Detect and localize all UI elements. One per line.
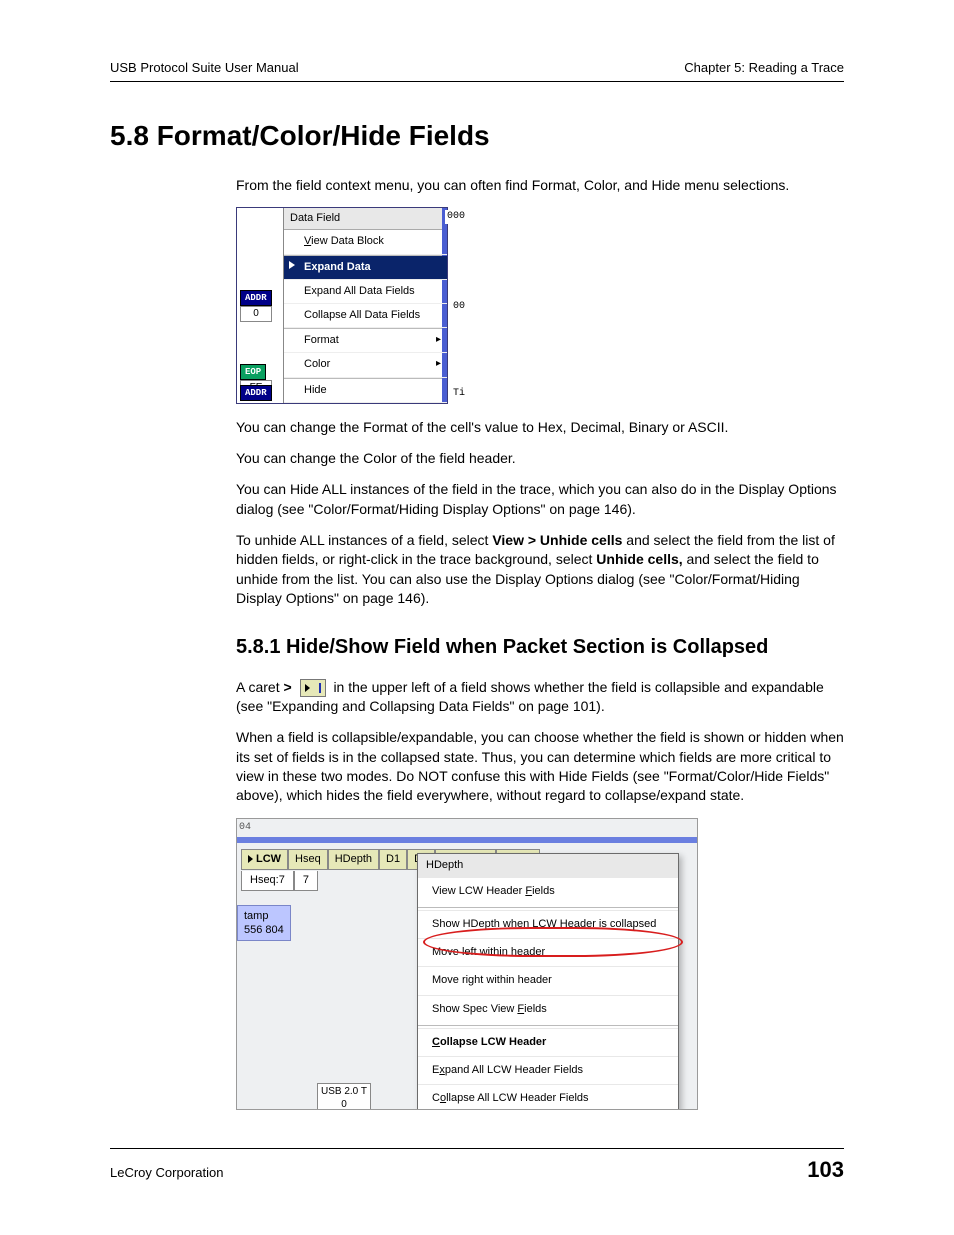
menu-item-expand-all[interactable]: Expand All Data Fields bbox=[284, 280, 447, 304]
collapse-paragraph: When a field is collapsible/expandable, … bbox=[236, 728, 844, 805]
cell-hseq[interactable]: Hseq bbox=[288, 849, 328, 870]
menu-item-format[interactable]: Format bbox=[284, 329, 447, 353]
running-header: USB Protocol Suite User Manual Chapter 5… bbox=[110, 60, 844, 75]
intro-paragraph: From the field context menu, you can oft… bbox=[236, 176, 844, 195]
right-num-00: 00 bbox=[451, 300, 467, 314]
menu2-view-fields[interactable]: View LCW Header Fields bbox=[418, 877, 678, 905]
menu-item-collapse-all[interactable]: Collapse All Data Fields bbox=[284, 304, 447, 328]
menu2-show-spec[interactable]: Show Spec View Fields bbox=[418, 995, 678, 1023]
addr-chip: ADDR bbox=[240, 290, 272, 306]
right-label-ti: Ti bbox=[451, 387, 467, 401]
caret-paragraph: A caret > in the upper left of a field s… bbox=[236, 678, 844, 717]
menu2-expand-all[interactable]: Expand All LCW Header Fields bbox=[418, 1056, 678, 1084]
sub-hseq-value: 7 bbox=[294, 871, 318, 891]
menu2-title: HDepth bbox=[418, 854, 678, 877]
menu2-collapse-header[interactable]: Collapse LCW Header bbox=[418, 1028, 678, 1056]
small-label-04: 04 bbox=[239, 821, 251, 835]
hdepth-context-menu: HDepth View LCW Header Fields Show HDept… bbox=[417, 853, 679, 1110]
caret-icon bbox=[300, 679, 326, 697]
cell-lcw[interactable]: LCW bbox=[241, 849, 288, 870]
body-column: From the field context menu, you can oft… bbox=[236, 176, 844, 1110]
caret-greater-than: > bbox=[283, 679, 291, 695]
menu-item-view-data-block[interactable]: VView Data Blockiew Data Block bbox=[284, 230, 447, 254]
addr-value: 0 bbox=[240, 306, 272, 322]
context-menu: Data Field VView Data Blockiew Data Bloc… bbox=[283, 208, 447, 402]
cell-hdepth[interactable]: HDepth bbox=[328, 849, 379, 870]
bold-unhide-cells: Unhide cells, bbox=[596, 551, 682, 567]
right-num-000: 000 bbox=[445, 210, 467, 224]
timestamp-block: tamp 556 804 bbox=[237, 905, 291, 942]
footer-page-number: 103 bbox=[807, 1157, 844, 1183]
bold-view-unhide: View > Unhide cells bbox=[492, 532, 622, 548]
addr2-chip: ADDR bbox=[240, 385, 272, 401]
menu2-move-left[interactable]: Move left within header bbox=[418, 938, 678, 966]
hide-paragraph: You can Hide ALL instances of the field … bbox=[236, 480, 844, 519]
format-paragraph: You can change the Format of the cell's … bbox=[236, 418, 844, 437]
cell-d1[interactable]: D1 bbox=[379, 849, 407, 870]
ts-value: 556 804 bbox=[244, 924, 284, 936]
menu2-show-when-collapsed[interactable]: Show HDepth when LCW Header is collapsed bbox=[418, 910, 678, 938]
page: USB Protocol Suite User Manual Chapter 5… bbox=[0, 0, 954, 1235]
menu2-collapse-all[interactable]: Collapse All LCW Header Fields bbox=[418, 1084, 678, 1110]
menu-item-hide[interactable]: Hide bbox=[284, 379, 447, 403]
sub-hseq-label: Hseq:7 bbox=[241, 871, 294, 891]
header-left: USB Protocol Suite User Manual bbox=[110, 60, 299, 75]
hdepth-screenshot: 04 LCW Hseq HDepth D1 D2 Reserved CRC5 H… bbox=[236, 818, 698, 1110]
sub-row: Hseq:7 7 bbox=[241, 871, 318, 891]
menu-item-expand-data[interactable]: Expand Data bbox=[284, 256, 447, 280]
header-right: Chapter 5: Reading a Trace bbox=[684, 60, 844, 75]
blue-bar bbox=[237, 837, 697, 843]
page-footer: LeCroy Corporation 103 bbox=[110, 1148, 844, 1183]
header-rule bbox=[110, 81, 844, 82]
unhide-paragraph: To unhide ALL instances of a field, sele… bbox=[236, 531, 844, 608]
eop-chip: EOP bbox=[240, 364, 266, 380]
ts-label: tamp bbox=[244, 910, 268, 922]
addr-block: ADDR 0 bbox=[240, 290, 272, 322]
menu2-move-right[interactable]: Move right within header bbox=[418, 966, 678, 994]
menu-item-color[interactable]: Color bbox=[284, 353, 447, 377]
footer-corporation: LeCroy Corporation bbox=[110, 1165, 223, 1180]
menu-title: Data Field bbox=[284, 208, 447, 230]
section-heading: 5.8 Format/Color/Hide Fields bbox=[110, 120, 844, 152]
subsection-heading: 5.8.1 Hide/Show Field when Packet Sectio… bbox=[236, 634, 844, 662]
color-paragraph: You can change the Color of the field he… bbox=[236, 449, 844, 468]
context-menu-screenshot: Data 8 byt Data Field VView Data Blockie… bbox=[236, 207, 448, 403]
usb-label: USB 2.0 T 0 bbox=[317, 1083, 371, 1110]
addr2-block: ADDR bbox=[240, 385, 272, 401]
